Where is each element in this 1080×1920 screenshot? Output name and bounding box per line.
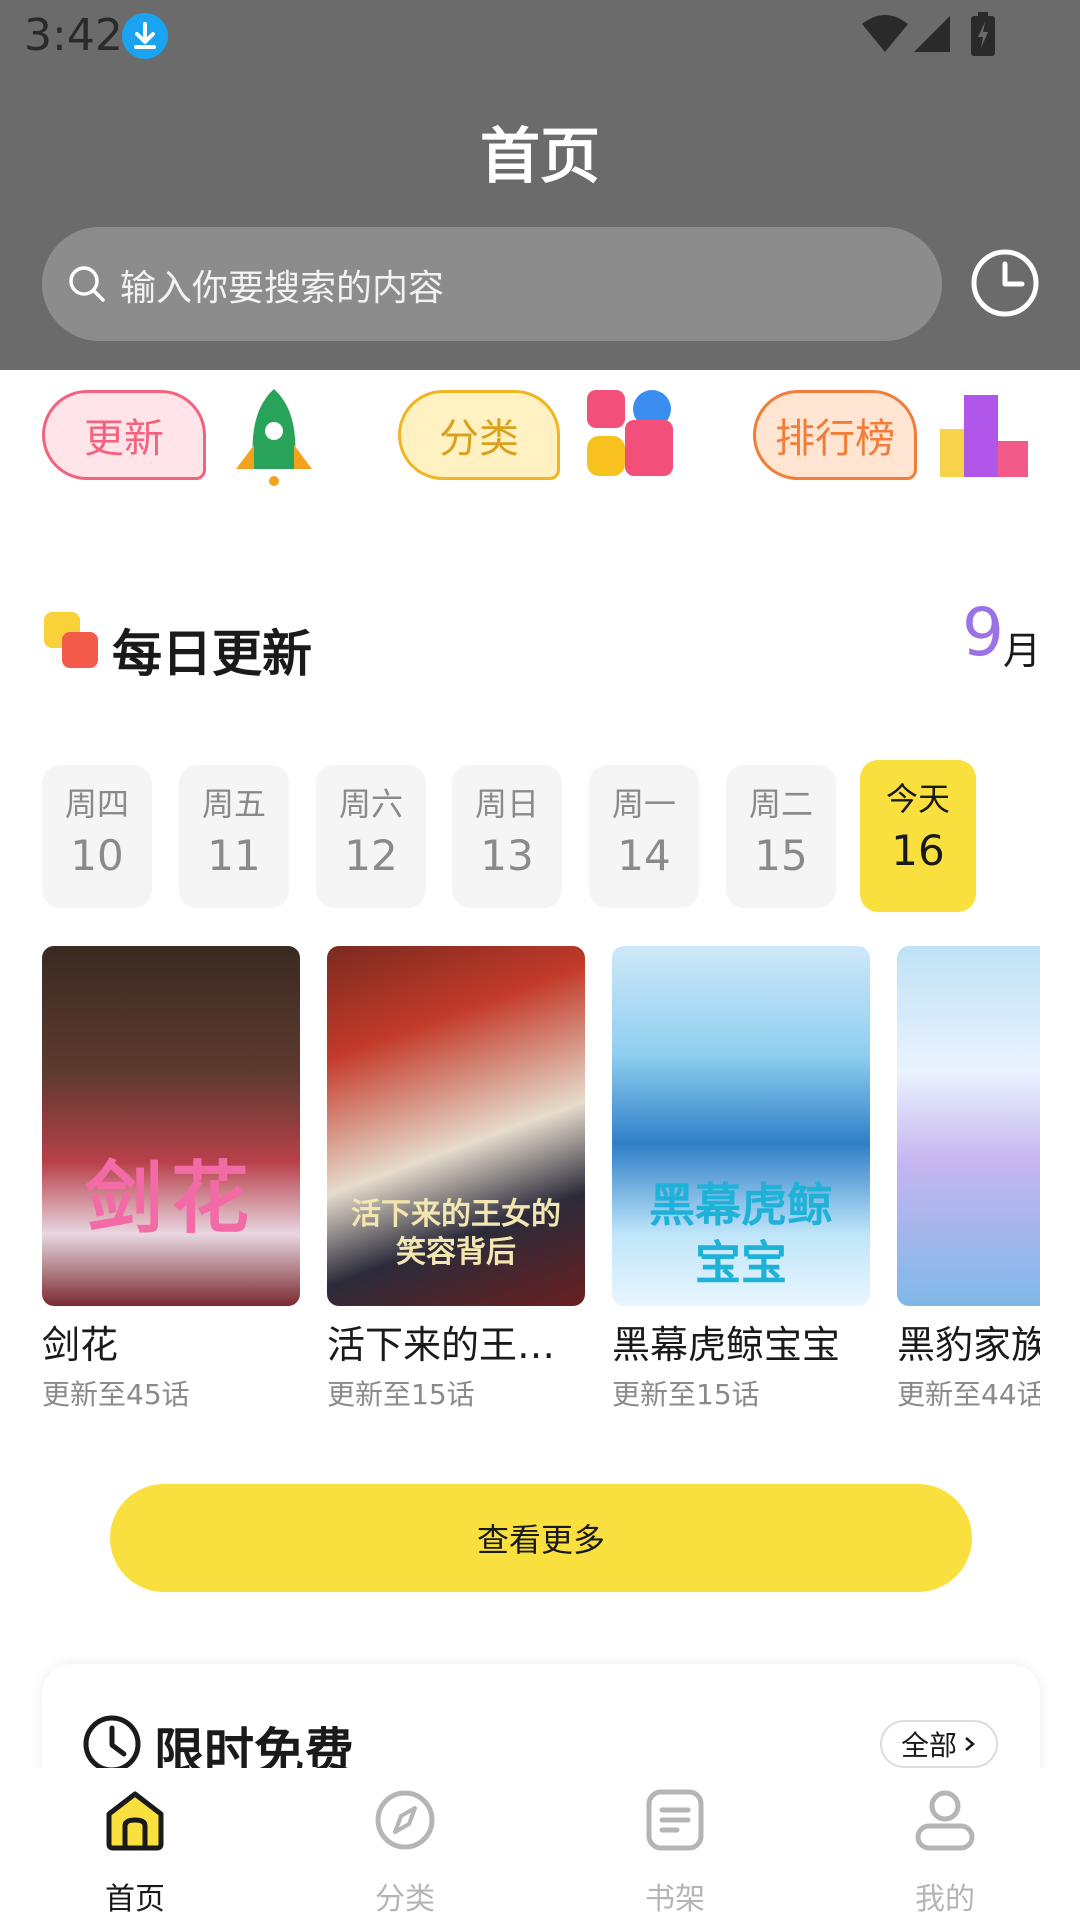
comic-update-info: 更新至15话 (327, 1378, 475, 1411)
wifi-icon (862, 15, 908, 52)
comic-update-info: 更新至45话 (42, 1378, 190, 1411)
day-name: 周五 (201, 785, 266, 823)
day-date: 13 (480, 831, 534, 880)
day-tab-sun[interactable]: 周日 13 (452, 765, 562, 908)
bottom-tab-bar: 首页 分类 书架 我的 (0, 1768, 1080, 1920)
shortcut-update[interactable]: 更新 (42, 390, 206, 480)
search-placeholder: 输入你要搜索的内容 (120, 268, 445, 309)
day-date: 11 (207, 831, 261, 880)
page-title: 首页 (480, 122, 600, 192)
tab-label: 分类 (375, 1882, 435, 1917)
comic-cover[interactable] (897, 946, 1040, 1306)
comic-title: 活下来的王… (327, 1323, 556, 1367)
home-icon (106, 1791, 164, 1851)
day-name: 周六 (338, 785, 403, 823)
day-name: 今天 (885, 780, 950, 818)
view-more-button[interactable]: 查看更多 (110, 1484, 972, 1592)
daily-update-icon (44, 612, 98, 668)
month-number: 9 (962, 594, 1004, 671)
comic-update-info: 更新至44话 (897, 1378, 1040, 1411)
shortcut-category[interactable]: 分类 (398, 390, 560, 480)
day-tab-mon[interactable]: 周一 14 (589, 765, 699, 908)
status-bar: 3:42 (0, 0, 1080, 72)
clock-icon (83, 1715, 141, 1773)
search-icon (69, 266, 105, 302)
view-all-label: 全部 (900, 1729, 957, 1762)
day-tab-sat[interactable]: 周六 12 (316, 765, 426, 908)
status-time: 3:42 (24, 10, 123, 61)
category-blocks-icon (587, 390, 673, 476)
day-date: 12 (344, 831, 398, 880)
comic-cover[interactable]: 黑幕虎鲸宝宝 (612, 946, 870, 1306)
comic-cover[interactable]: 活下来的王女的笑容背后 (327, 946, 585, 1306)
comic-card[interactable]: 活下来的王女的笑容背后 活下来的王… 更新至15话 (327, 946, 585, 1413)
download-icon (122, 13, 168, 59)
day-name: 周二 (748, 785, 813, 823)
tab-label: 首页 (105, 1882, 165, 1917)
day-date: 16 (891, 826, 945, 875)
view-all-button[interactable]: 全部 (880, 1720, 998, 1768)
history-icon[interactable] (970, 248, 1040, 318)
tab-home[interactable]: 首页 (0, 1768, 270, 1920)
comic-title: 剑花 (42, 1323, 119, 1367)
comic-title: 黑幕虎鲸宝宝 (612, 1323, 841, 1367)
compass-icon (375, 1790, 435, 1850)
daily-update-title: 每日更新 (112, 625, 312, 683)
user-icon (915, 1790, 975, 1851)
day-tab-fri[interactable]: 周五 11 (179, 765, 289, 908)
bookshelf-icon (646, 1789, 704, 1851)
signal-icon (914, 16, 950, 52)
tab-category[interactable]: 分类 (270, 1768, 540, 1920)
comic-card[interactable]: 剑花 剑花 更新至45话 (42, 946, 300, 1413)
cover-title-art: 活下来的王女的笑容背后 (351, 1197, 561, 1270)
day-tab-today[interactable]: 今天 16 (860, 760, 976, 912)
day-date: 15 (754, 831, 808, 880)
ranking-bars-icon (940, 395, 1028, 477)
chevron-right-icon (965, 1737, 975, 1751)
day-name: 周四 (64, 785, 129, 823)
comic-card[interactable]: 黑幕虎鲸宝宝 黑幕虎鲸宝宝 更新至15话 (612, 946, 870, 1413)
tab-label: 书架 (645, 1882, 705, 1917)
cover-title-art: 剑花 (84, 1154, 257, 1244)
tab-bookshelf[interactable]: 书架 (540, 1768, 810, 1920)
comic-card[interactable]: 黑豹家族 更新至44话 (897, 946, 1040, 1413)
tab-profile[interactable]: 我的 (810, 1768, 1080, 1920)
day-tab-thu[interactable]: 周四 10 (42, 765, 152, 908)
month-unit: 月 (1003, 629, 1042, 673)
day-tab-tue[interactable]: 周二 15 (726, 765, 836, 908)
search-input[interactable]: 输入你要搜索的内容 (42, 227, 942, 341)
shortcut-ranking[interactable]: 排行榜 (753, 390, 917, 480)
cover-title-art: 黑幕虎鲸宝宝 (649, 1178, 833, 1290)
comic-title: 黑豹家族 (897, 1323, 1040, 1367)
comic-list[interactable]: 剑花 剑花 更新至45话 活下来的王女的笑容背后 活下来的王… 更新至15话 黑… (42, 946, 1040, 1416)
rocket-icon (236, 389, 312, 486)
battery-icon (971, 12, 995, 56)
tab-label: 我的 (915, 1882, 975, 1917)
day-name: 周一 (611, 785, 676, 823)
day-date: 10 (70, 831, 124, 880)
comic-cover[interactable]: 剑花 (42, 946, 300, 1306)
header: 3:42 首页 输入你要搜索的内容 (0, 0, 1080, 370)
comic-update-info: 更新至15话 (612, 1378, 760, 1411)
day-date: 14 (617, 831, 671, 880)
day-name: 周日 (474, 785, 539, 823)
